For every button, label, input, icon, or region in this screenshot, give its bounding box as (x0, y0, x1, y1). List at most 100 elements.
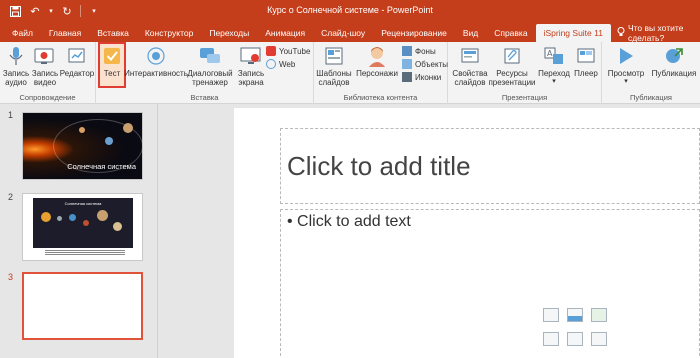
ribbon: Запись аудио Запись видео Редактор Сопро… (0, 42, 700, 104)
attachment-icon (501, 45, 523, 67)
toolbar-divider (80, 5, 81, 17)
characters-button[interactable]: Персонажи (354, 45, 400, 78)
body-placeholder-text: • Click to add text (287, 213, 411, 230)
slide-thumbnail-1[interactable]: Солнечная система (22, 112, 143, 180)
web-button[interactable]: Web (266, 59, 295, 69)
insert-smartart-icon[interactable] (591, 308, 607, 322)
test-button[interactable]: Тест (98, 42, 126, 88)
tab-insert[interactable]: Вставка (89, 24, 137, 42)
tab-file[interactable]: Файл (4, 24, 41, 42)
screen-record-icon (240, 45, 262, 67)
group-recording: Запись аудио Запись видео Редактор Сопро… (0, 42, 96, 104)
group-label-presentation: Презентация (501, 93, 548, 102)
slide-editing-area: Click to add title • Click to add text (158, 104, 700, 358)
preview-button[interactable]: Просмотр ▾ (606, 45, 646, 86)
slide-thumbnail-2[interactable]: Солнечная система (22, 193, 143, 261)
planet-decoration (79, 127, 85, 133)
slide-number-3: 3 (8, 272, 14, 282)
planet-decoration (57, 216, 62, 221)
planet-decoration (113, 222, 122, 231)
slide-properties-button[interactable]: Свойства слайдов (452, 45, 488, 87)
publish-button[interactable]: Публикация (650, 45, 698, 78)
insert-chart-icon[interactable] (567, 308, 583, 322)
group-publish: Просмотр ▾ Публикация Публикация (602, 42, 700, 104)
window-title: Курс о Солнечной системе - PowerPoint (267, 5, 433, 15)
lightbulb-icon (617, 27, 625, 39)
tab-review[interactable]: Рецензирование (373, 24, 455, 42)
slide-number-2: 2 (8, 192, 14, 202)
planet-decoration (105, 137, 113, 145)
insert-video-icon[interactable] (591, 332, 607, 346)
planet-decoration (123, 123, 133, 133)
editor-button[interactable]: Редактор (60, 45, 94, 78)
publish-globe-icon (663, 45, 685, 67)
undo-icon[interactable]: ↶ (28, 4, 42, 18)
quick-access-toolbar: ↶ ▾ ↻ ▾ (0, 4, 101, 18)
group-label-library: Библиотека контента (343, 93, 418, 102)
navigation-button[interactable]: A Переход ▾ (538, 45, 570, 86)
svg-text:A: A (547, 49, 553, 58)
undo-dropdown-icon[interactable]: ▾ (48, 4, 54, 18)
navigation-dropdown-icon[interactable]: ▾ (552, 78, 556, 86)
customize-icon[interactable]: ▾ (87, 4, 101, 18)
planet-decoration (69, 214, 76, 221)
group-presentation: Свойства слайдов Ресурсы презентации A П… (448, 42, 602, 104)
tab-slideshow[interactable]: Слайд-шоу (313, 24, 373, 42)
slide-properties-icon (459, 45, 481, 67)
record-video-button[interactable]: Запись видео (30, 45, 60, 87)
planet-decoration (41, 212, 51, 222)
backgrounds-button[interactable]: Фоны (402, 46, 436, 56)
current-slide: Click to add title • Click to add text (234, 108, 700, 358)
tab-home[interactable]: Главная (41, 24, 89, 42)
webcam-icon (34, 45, 56, 67)
youtube-button[interactable]: YouTube (266, 46, 310, 56)
save-icon[interactable] (8, 4, 22, 18)
screen-record-button[interactable]: Запись экрана (234, 45, 268, 87)
body-placeholder[interactable]: • Click to add text (280, 209, 700, 358)
preview-dropdown-icon[interactable]: ▾ (624, 78, 628, 86)
tell-me-search[interactable]: Что вы хотите сделать? (611, 23, 700, 43)
group-label-recording: Сопровождение (19, 93, 76, 102)
insert-picture-icon[interactable] (543, 332, 559, 346)
planet-decoration (97, 210, 108, 221)
ribbon-tabs: Файл Главная Вставка Конструктор Переход… (0, 22, 700, 43)
backgrounds-icon (402, 46, 412, 56)
editor-icon (66, 45, 88, 67)
quiz-checkmark-icon (101, 45, 123, 67)
tab-design[interactable]: Конструктор (137, 24, 201, 42)
play-preview-icon (615, 45, 637, 67)
title-bar: ↶ ▾ ↻ ▾ Курс о Солнечной системе - Power… (0, 0, 700, 22)
presentation-resources-button[interactable]: Ресурсы презентации (488, 45, 536, 87)
slide-templates-button[interactable]: Шаблоны слайдов (316, 45, 352, 87)
tab-view[interactable]: Вид (455, 24, 486, 42)
insert-table-icon[interactable] (543, 308, 559, 322)
youtube-icon (266, 46, 276, 56)
icons-button[interactable]: Иконки (402, 72, 441, 82)
tab-ispring[interactable]: iSpring Suite 11 (535, 24, 611, 42)
tab-animation[interactable]: Анимация (257, 24, 313, 42)
planet-decoration (83, 220, 89, 226)
redo-icon[interactable]: ↻ (60, 4, 74, 18)
player-icon (575, 45, 597, 67)
tab-transitions[interactable]: Переходы (201, 24, 257, 42)
character-avatar-icon (366, 45, 388, 67)
dialog-trainer-button[interactable]: Диалоговый тренажер (187, 45, 233, 87)
insert-content-icons (543, 308, 613, 352)
objects-icon (402, 59, 412, 69)
record-audio-button[interactable]: Запись аудио (2, 45, 30, 87)
slide-2-image: Солнечная система (33, 198, 133, 248)
tab-help[interactable]: Справка (486, 24, 535, 42)
group-label-insert: Вставка (190, 93, 219, 102)
interactivity-button[interactable]: Интерактивность (124, 45, 188, 78)
insert-online-picture-icon[interactable] (567, 332, 583, 346)
templates-icon (323, 45, 345, 67)
slide-2-title: Солнечная система (64, 201, 102, 206)
objects-button[interactable]: Объекты (402, 59, 448, 69)
dialog-bubbles-icon (199, 45, 221, 67)
slide-thumbnail-3[interactable] (22, 272, 143, 340)
player-button[interactable]: Плеер (572, 45, 600, 78)
title-placeholder[interactable]: Click to add title (280, 128, 700, 204)
microphone-icon (5, 45, 27, 67)
group-insert: Тест Интерактивность Диалоговый тренажер… (96, 42, 314, 104)
interactivity-icon (145, 45, 167, 67)
